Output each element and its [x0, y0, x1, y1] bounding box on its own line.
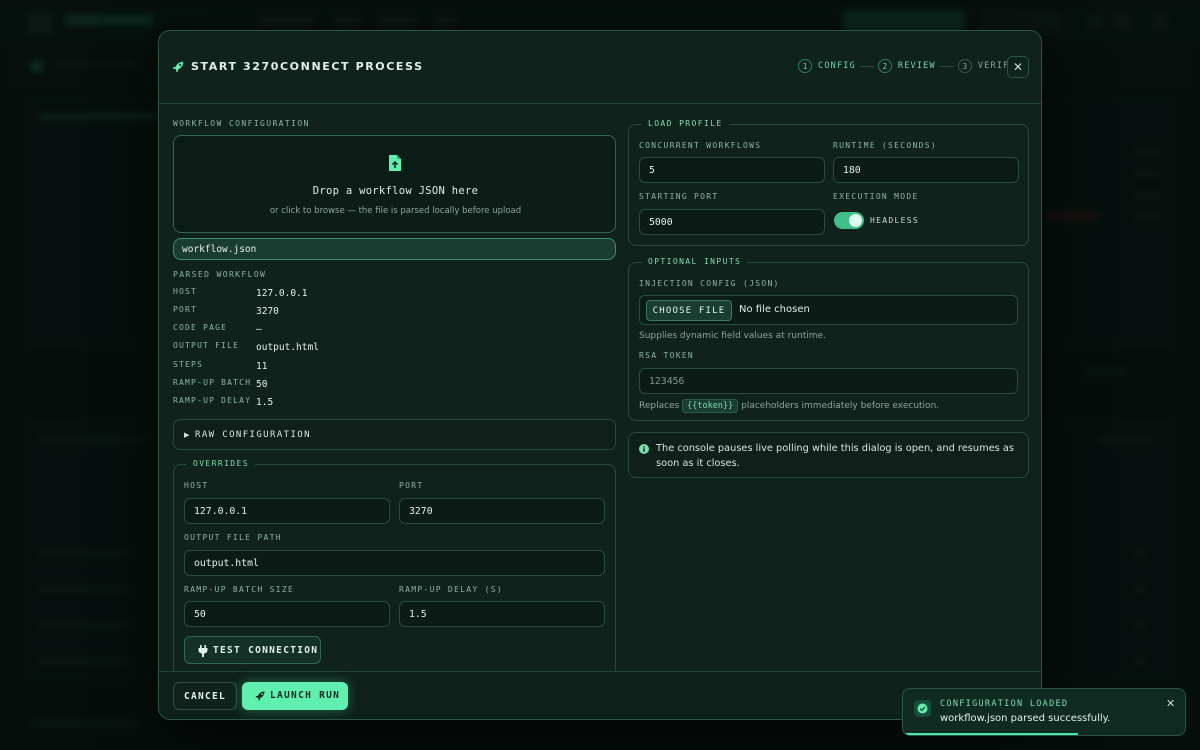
toast-message: workflow.json parsed successfully. [940, 713, 1111, 724]
start-process-dialog: START 3270CONNECT PROCESS 1 CONFIG 2 REV… [158, 30, 1042, 720]
dialog-title: START 3270CONNECT PROCESS [191, 60, 424, 73]
override-host-input[interactable]: 127.0.0.1 [184, 498, 390, 524]
info-icon [639, 444, 649, 454]
ramp-up-batch-size-input[interactable]: 50 [184, 601, 390, 627]
choose-file-button[interactable]: CHOOSE FILE [646, 300, 732, 321]
rocket-icon [255, 691, 265, 701]
step-number: 3 [957, 59, 972, 73]
token-placeholder-chip: {{token}} [682, 399, 739, 413]
no-file-chosen-text: No file chosen [739, 304, 810, 315]
load-profile-legend: LOAD PROFILE [642, 119, 729, 128]
raw-configuration-toggle[interactable]: ▶ RAW CONFIGURATION [173, 419, 616, 450]
parsed-value-output-file: output.html [256, 342, 319, 353]
cancel-button[interactable]: CANCEL [173, 682, 237, 710]
close-icon: ✕ [1012, 60, 1024, 74]
parsed-value-code-page: — [256, 324, 262, 335]
rsa-token-help: Replaces {{token}} placeholders immediat… [639, 399, 939, 413]
runtime-seconds-label: RUNTIME (SECONDS) [833, 141, 937, 150]
file-upload-icon [389, 155, 401, 171]
override-port-label: PORT [399, 481, 424, 490]
toggle-knob [849, 214, 862, 227]
concurrent-workflows-input[interactable]: 5 [639, 157, 825, 183]
step-number: 2 [877, 59, 892, 73]
injection-config-help: Supplies dynamic field values at runtime… [639, 331, 826, 341]
polling-note: The console pauses live polling while th… [628, 432, 1029, 478]
overrides-legend: OVERRIDES [187, 459, 255, 468]
toast-notification: CONFIGURATION LOADED workflow.json parse… [902, 688, 1186, 736]
execution-mode-label: EXECUTION MODE [833, 192, 919, 201]
rocket-icon [172, 61, 184, 73]
polling-note-text: The console pauses live polling while th… [656, 443, 1014, 469]
step-separator [939, 65, 954, 67]
check-circle-icon [914, 700, 931, 717]
toast-progress-bar [903, 733, 1078, 735]
starting-port-input[interactable]: 5000 [639, 209, 825, 235]
selected-file-chip[interactable]: workflow.json [173, 238, 616, 260]
output-file-path-label: OUTPUT FILE PATH [184, 533, 282, 542]
injection-config-label: INJECTION CONFIG (JSON) [639, 279, 780, 288]
rsa-token-input[interactable]: 123456 [639, 368, 1018, 394]
dialog-header: START 3270CONNECT PROCESS 1 CONFIG 2 REV… [159, 31, 1041, 104]
step-label: CONFIG [818, 61, 856, 71]
parsed-key-ramp-up-delay: RAMP-UP DELAY [173, 396, 252, 405]
parsed-key-host: HOST [173, 287, 198, 296]
optional-inputs-legend: OPTIONAL INPUTS [642, 257, 748, 266]
rsa-token-label: RSA TOKEN [639, 351, 695, 360]
toast-title: CONFIGURATION LOADED [940, 699, 1069, 709]
workflow-section-label: WORKFLOW CONFIGURATION [173, 119, 310, 128]
test-connection-label: TEST CONNECTION [213, 645, 319, 656]
injection-config-file-input[interactable]: CHOOSE FILE No file chosen [639, 295, 1018, 325]
parsed-key-ramp-up-batch: RAMP-UP BATCH [173, 378, 252, 387]
step-config[interactable]: 1 CONFIG [798, 59, 856, 73]
toast-close-icon[interactable]: ✕ [1166, 697, 1175, 710]
dropzone-subtitle: or click to browse — the file is parsed … [269, 206, 522, 216]
wizard-steps: 1 CONFIG 2 REVIEW 3 VERIFY [798, 59, 1016, 73]
step-review[interactable]: 2 REVIEW [877, 59, 936, 73]
parsed-value-port: 3270 [256, 306, 279, 317]
starting-port-label: STARTING PORT [639, 192, 719, 201]
plug-icon [198, 645, 208, 657]
parsed-workflow-label: PARSED WORKFLOW [173, 270, 267, 279]
headless-label: HEADLESS [870, 216, 919, 225]
dropzone-title: Drop a workflow JSON here [312, 185, 479, 197]
ramp-up-batch-size-label: RAMP-UP BATCH SIZE [184, 585, 295, 594]
parsed-key-code-page: CODE PAGE [173, 323, 228, 332]
step-label: REVIEW [897, 61, 936, 71]
raw-configuration-label: RAW CONFIGURATION [195, 430, 311, 440]
rsa-help-prefix: Replaces [639, 401, 680, 411]
step-number: 1 [798, 59, 812, 73]
output-file-path-input[interactable]: output.html [184, 550, 605, 576]
parsed-key-output-file: OUTPUT FILE [173, 341, 240, 350]
parsed-value-host: 127.0.0.1 [256, 288, 308, 299]
workflow-dropzone[interactable]: Drop a workflow JSON here or click to br… [173, 135, 616, 233]
parsed-key-steps: STEPS [173, 360, 204, 369]
ramp-up-delay-label: RAMP-UP DELAY (S) [399, 585, 503, 594]
caret-right-icon: ▶ [184, 431, 190, 439]
launch-run-button[interactable]: LAUNCH RUN [242, 682, 348, 710]
parsed-value-steps: 11 [256, 361, 268, 372]
parsed-key-port: PORT [173, 305, 198, 314]
override-port-input[interactable]: 3270 [399, 498, 605, 524]
override-host-label: HOST [184, 481, 209, 490]
runtime-seconds-input[interactable]: 180 [833, 157, 1019, 183]
test-connection-button[interactable]: TEST CONNECTION [184, 636, 321, 664]
parsed-value-ramp-up-delay: 1.5 [256, 397, 274, 408]
parsed-value-ramp-up-batch: 50 [256, 379, 268, 390]
headless-toggle[interactable] [834, 212, 864, 229]
step-separator [859, 65, 874, 67]
rsa-help-suffix: placeholders immediately before executio… [741, 401, 940, 411]
close-button[interactable]: ✕ [1007, 56, 1029, 78]
ramp-up-delay-input[interactable]: 1.5 [399, 601, 605, 627]
launch-run-label: LAUNCH RUN [270, 690, 341, 701]
concurrent-workflows-label: CONCURRENT WORKFLOWS [639, 141, 762, 150]
